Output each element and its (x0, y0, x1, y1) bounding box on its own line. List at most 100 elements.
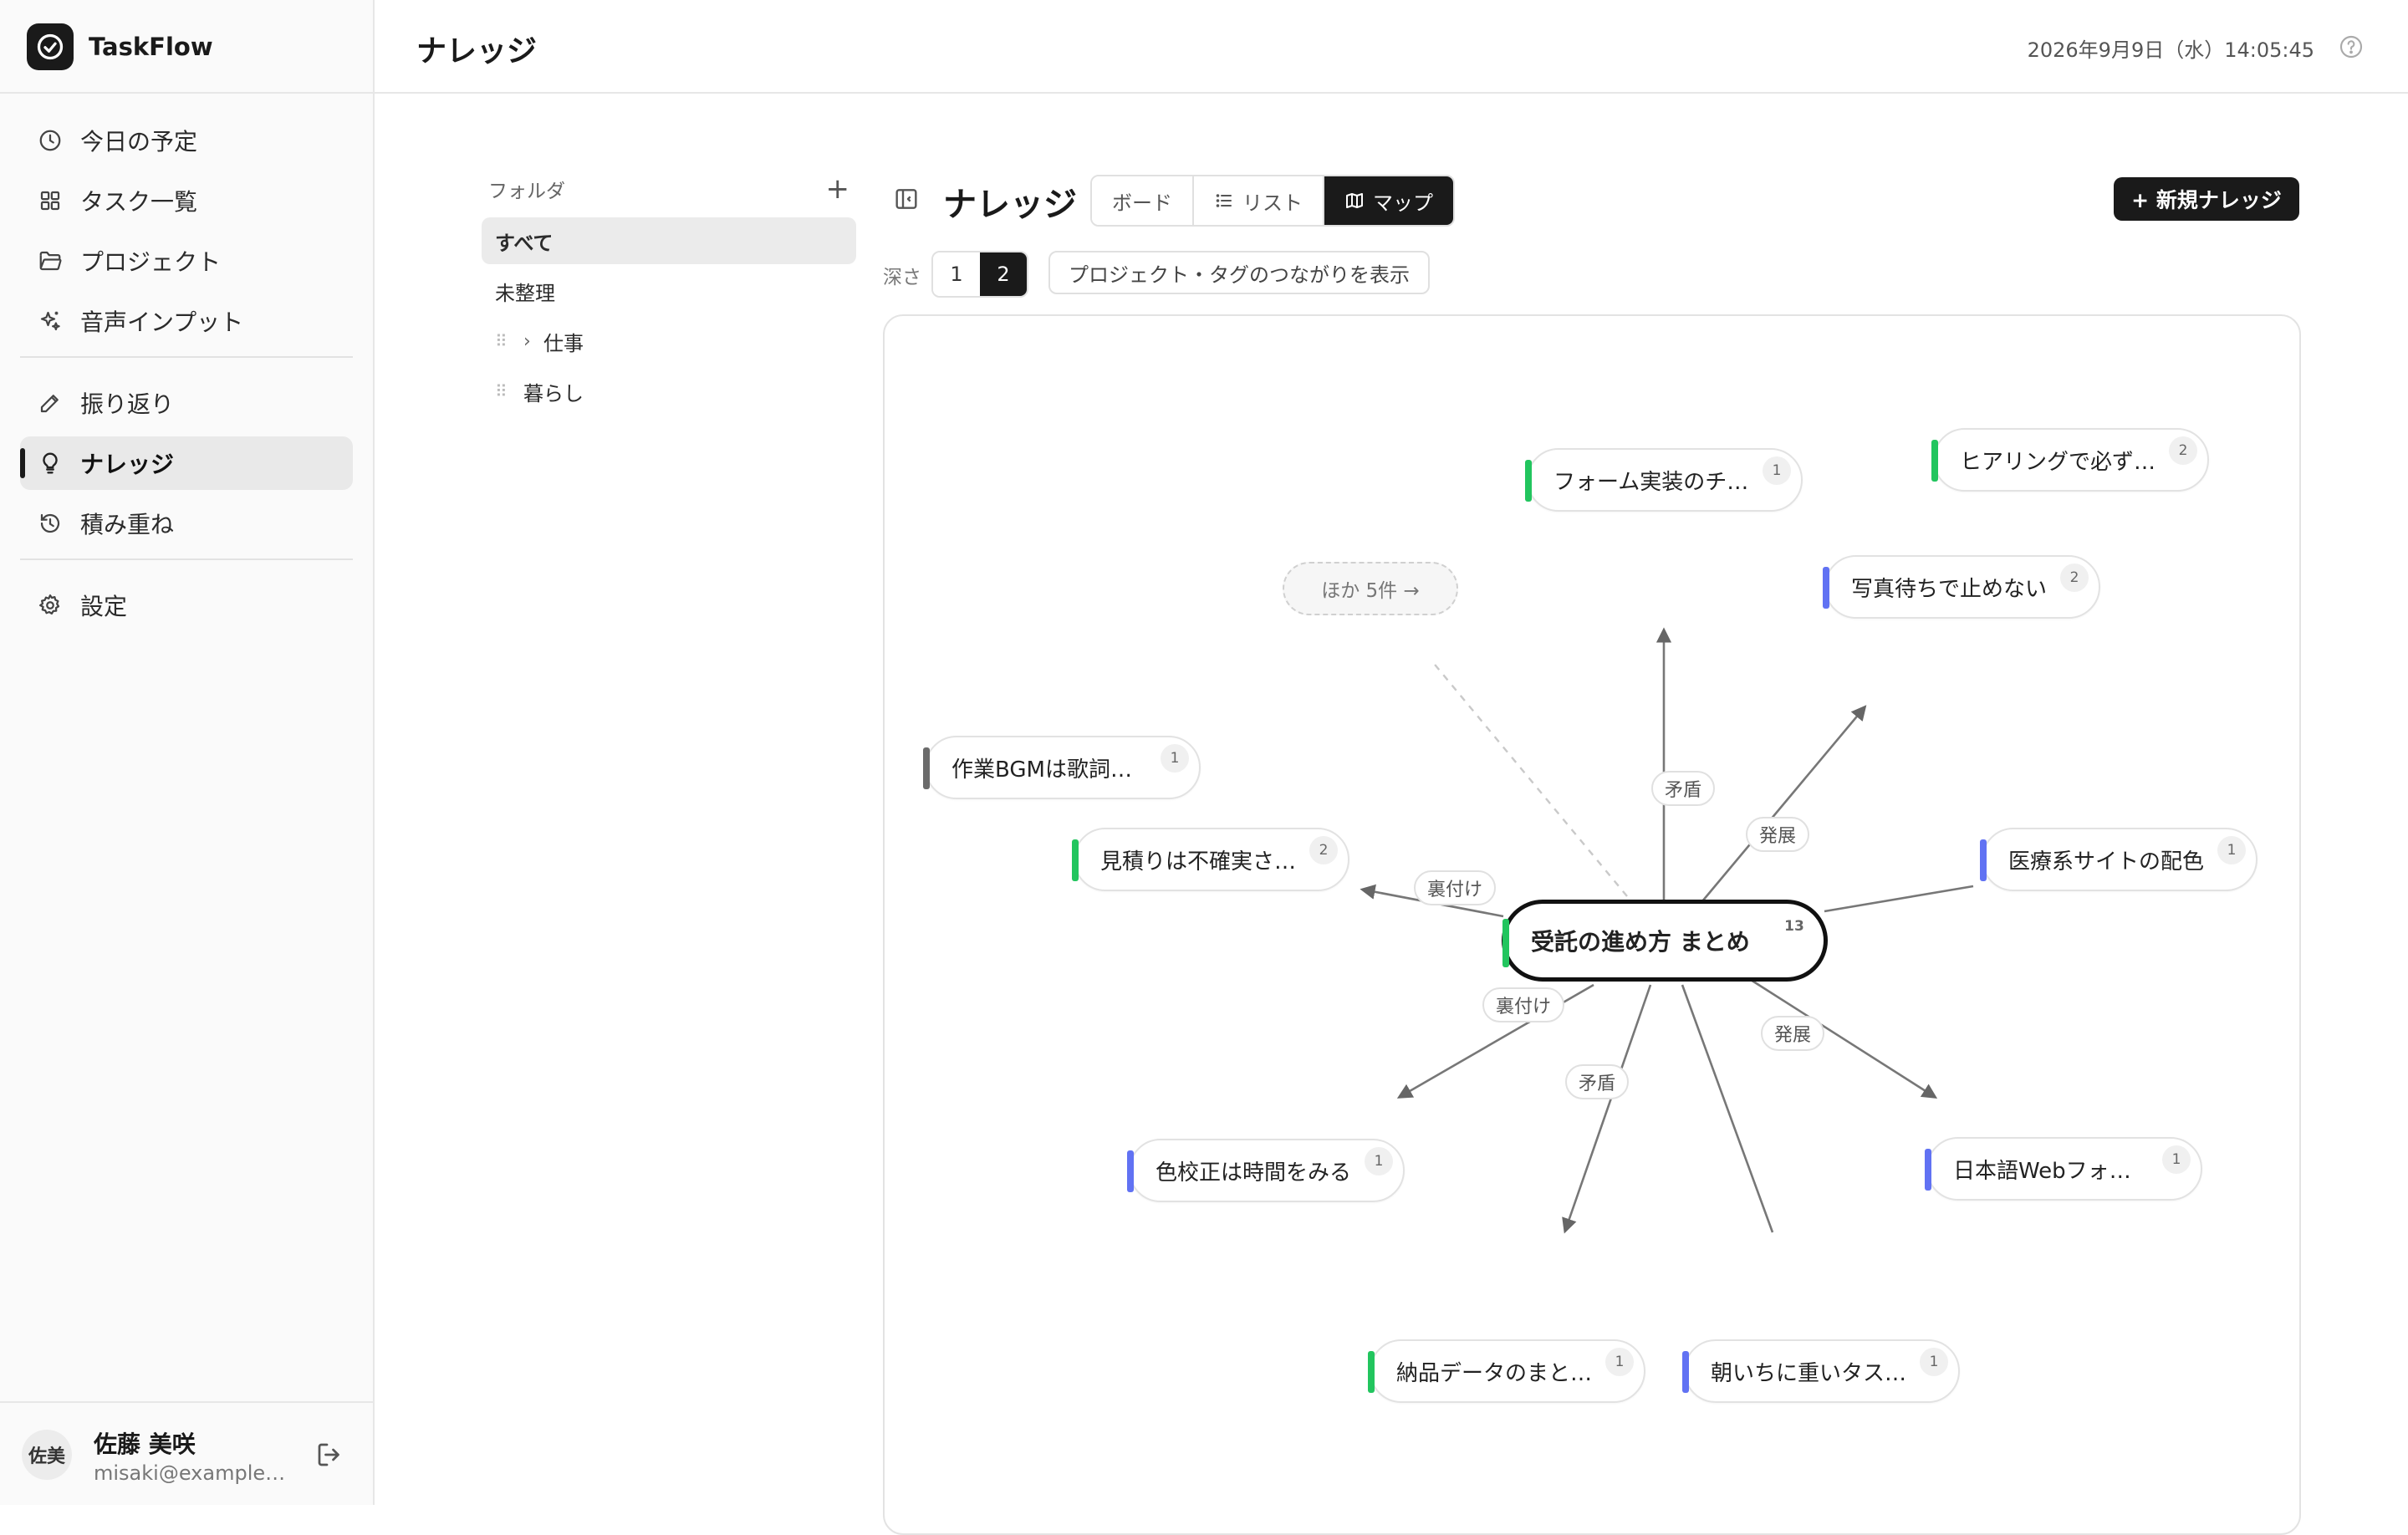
node-count-badge: 1 (1920, 1348, 1948, 1376)
folder-item-label: 未整理 (495, 281, 555, 305)
folder-panel-header: フォルダ + (482, 167, 856, 211)
folder-item-life[interactable]: ⠿ 暮らし (482, 368, 856, 415)
knowledge-title: ナレッジ (943, 186, 1077, 224)
map-node[interactable]: 日本語Webフォントの選び方 1 (1925, 1137, 2202, 1201)
brand[interactable]: TaskFlow (27, 23, 213, 70)
sidebar-item-today[interactable]: 今日の予定 (20, 114, 353, 167)
sparkle-icon (37, 308, 64, 334)
map-node[interactable]: 医療系サイトの配色 1 (1980, 828, 2258, 891)
map-node[interactable]: 写真待ちで止めない 2 (1823, 555, 2100, 619)
depth-selector: 1 2 (931, 251, 1028, 298)
logout-icon[interactable] (314, 1440, 344, 1470)
chevron-right-icon[interactable]: › (523, 331, 540, 352)
sidebar-item-voice-input[interactable]: 音声インプット (20, 294, 353, 348)
node-label: 作業BGMは歌詞なし (951, 757, 1152, 783)
edge-upright (1701, 705, 1867, 902)
user-name: 佐藤 美咲 (94, 1430, 196, 1458)
clock-icon (37, 127, 64, 154)
view-label: リスト (1242, 191, 1303, 215)
datetime-display: 2026年9月9日（水）14:05:45 (2027, 38, 2314, 62)
map-node[interactable]: 作業BGMは歌詞なし 1 (923, 736, 1201, 799)
folder-item-label: 仕事 (543, 331, 584, 355)
node-count-badge: 1 (2162, 1145, 2191, 1174)
view-label: マップ (1373, 191, 1433, 215)
sidebar-item-settings[interactable]: 設定 (20, 579, 353, 632)
node-color-bar (1072, 839, 1079, 881)
brand-divider (0, 92, 373, 94)
folder-item-all[interactable]: すべて (482, 217, 856, 264)
node-count-badge: 1 (1605, 1348, 1634, 1376)
node-color-bar (1931, 440, 1938, 482)
edge-label: 矛盾 (1650, 771, 1716, 806)
view-board-button[interactable]: ボード (1092, 176, 1194, 225)
edge-more-dashed (1431, 660, 1628, 897)
folder-panel: フォルダ + すべて 未整理 ⠿ › 仕事 ⠿ 暮らし (482, 167, 856, 415)
node-count-badge: 1 (1161, 744, 1189, 773)
sidebar-item-review[interactable]: 振り返り (20, 376, 353, 430)
sidebar-item-label: 振り返り (80, 390, 175, 418)
folder-item-label: 暮らし (523, 381, 584, 405)
help-icon[interactable] (2338, 33, 2365, 60)
sidebar-item-label: タスク一覧 (80, 188, 198, 216)
history-icon (37, 510, 64, 537)
sidebar-item-label: 音声インプット (80, 309, 244, 336)
sidebar: TaskFlow 今日の予定 タスク一覧 プロジェクト 音声インプット 振り返り… (0, 0, 375, 1505)
show-connections-button[interactable]: プロジェクト・タグのつながりを表示 (1048, 251, 1430, 294)
add-folder-button[interactable]: + (826, 175, 850, 203)
avatar[interactable]: 佐美 (22, 1430, 72, 1480)
map-node[interactable]: 納品データのまとめ方 1 (1368, 1339, 1645, 1403)
map-node[interactable]: ヒアリングで必ず聞くこと 2 (1931, 428, 2209, 492)
map-node[interactable]: フォーム実装のチェックリスト 1 (1525, 448, 1803, 512)
gear-icon (37, 592, 64, 619)
sidebar-nav-main: 今日の予定 タスク一覧 プロジェクト 音声インプット 振り返り ナレッジ 積み重… (20, 114, 353, 639)
map-node[interactable]: 朝いちに重いタスクを 1 (1682, 1339, 1960, 1403)
new-knowledge-button[interactable]: + 新規ナレッジ (2114, 177, 2299, 221)
node-color-bar (1368, 1351, 1375, 1393)
node-count-badge: 2 (2060, 564, 2089, 592)
node-color-bar (1925, 1149, 1931, 1191)
node-label: 見積りは不確実さを見込む (1100, 849, 1298, 875)
node-count-badge: 2 (2169, 436, 2197, 465)
view-map-button[interactable]: マップ (1324, 176, 1453, 225)
edge-label: 矛盾 (1564, 1064, 1630, 1099)
list-icon (1214, 191, 1234, 211)
grid-icon (37, 187, 64, 214)
node-color-bar (1823, 567, 1829, 609)
sidebar-item-knowledge[interactable]: ナレッジ (20, 436, 353, 490)
sidebar-item-projects[interactable]: プロジェクト (20, 234, 353, 288)
top-header: ナレッジ 2026年9月9日（水）14:05:45 (375, 0, 2408, 94)
drag-handle-icon[interactable]: ⠿ (495, 331, 512, 351)
node-color-bar (1127, 1150, 1134, 1192)
node-label: 日本語Webフォントの選び方 (1953, 1158, 2150, 1184)
folder-item-work[interactable]: ⠿ › 仕事 (482, 318, 856, 365)
node-color-bar (1682, 1351, 1689, 1393)
user-area: 佐美 佐藤 美咲 misaki@example.com (0, 1401, 373, 1505)
more-nodes-button[interactable]: ほか 5件 → (1283, 562, 1458, 615)
user-email: misaki@example.com (94, 1461, 286, 1485)
depth-option-1[interactable]: 1 (933, 252, 980, 296)
sidebar-item-label: ナレッジ (80, 451, 175, 478)
view-list-button[interactable]: リスト (1194, 176, 1324, 225)
sidebar-item-label: 今日の予定 (80, 128, 198, 156)
page-title: ナレッジ (416, 34, 538, 69)
sidebar-item-accumulation[interactable]: 積み重ね (20, 497, 353, 550)
folder-item-unsorted[interactable]: 未整理 (482, 268, 856, 314)
node-label: 写真待ちで止めない (1851, 576, 2048, 602)
drag-handle-icon[interactable]: ⠿ (495, 381, 512, 401)
edge-downright (1681, 984, 1774, 1233)
map-node[interactable]: 色校正は時間をみる 1 (1127, 1139, 1405, 1202)
app-name: TaskFlow (89, 33, 213, 61)
folder-panel-title: フォルダ (488, 181, 565, 202)
toggle-folder-panel-icon[interactable] (893, 186, 920, 212)
node-count-badge: 1 (2217, 836, 2246, 864)
map-node-center[interactable]: 受託の進め方 まとめ 13 (1502, 900, 1828, 982)
node-color-bar (1525, 460, 1532, 502)
map-node[interactable]: 見積りは不確実さを見込む 2 (1072, 828, 1349, 891)
sidebar-item-label: 設定 (80, 593, 128, 620)
sidebar-item-tasks[interactable]: タスク一覧 (20, 174, 353, 227)
view-label: ボード (1112, 191, 1172, 215)
depth-option-2[interactable]: 2 (980, 252, 1027, 296)
taskflow-logo-icon (27, 23, 74, 70)
knowledge-map-canvas[interactable]: 受託の進め方 まとめ 13 フォーム実装のチェックリスト 1 ヒアリングで必ず聞… (883, 314, 2301, 1535)
node-count-badge: 1 (1763, 456, 1791, 485)
